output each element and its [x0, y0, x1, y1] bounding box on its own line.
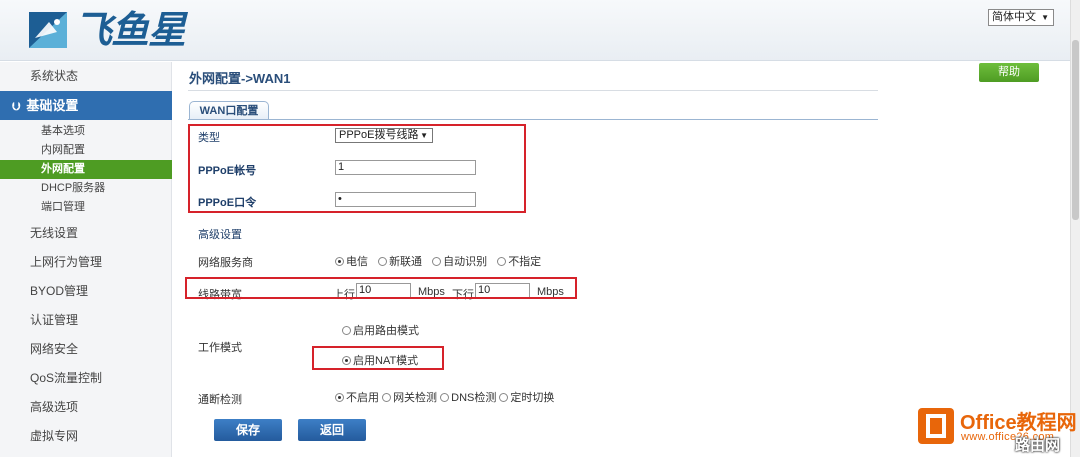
back-button[interactable]: 返回 — [298, 419, 366, 441]
isp-radio-auto[interactable] — [432, 257, 442, 266]
detect-option-label: 网关检测 — [393, 392, 438, 404]
highlight-pppoe-box — [188, 124, 526, 213]
sidebar-item-vpn[interactable]: 虚拟专网 — [0, 422, 172, 451]
isp-option-label: 自动识别 — [443, 256, 488, 268]
help-button[interactable]: 帮助 — [979, 63, 1039, 82]
highlight-bandwidth-box — [185, 277, 577, 299]
sidebar: 系统状态 ⮋ 基础设置 基本选项 内网配置 外网配置 DHCP服务器 端口管理 无… — [0, 62, 172, 457]
sidebar-item-behavior[interactable]: 上网行为管理 — [0, 248, 172, 277]
isp-radio-unicom[interactable] — [378, 257, 388, 266]
detect-radio-dns[interactable] — [440, 393, 450, 402]
sidebar-subitem-dhcp-server[interactable]: DHCP服务器 — [0, 179, 172, 198]
main-content: 外网配置->WAN1 帮助 WAN口配置 类型 PPPoE拨号线路 ▼ PPPo… — [178, 62, 1068, 457]
sidebar-item-security[interactable]: 网络安全 — [0, 335, 172, 364]
detect-option-label: DNS检测 — [451, 392, 497, 404]
sidebar-item-advanced[interactable]: 高级选项 — [0, 393, 172, 422]
tab-divider — [188, 119, 878, 120]
language-select-value: 简体中文 — [992, 11, 1036, 23]
work-mode-label: 工作模式 — [198, 342, 242, 354]
sidebar-group-basic-settings[interactable]: ⮋ 基础设置 — [0, 91, 172, 120]
detect-radio-timed[interactable] — [499, 393, 509, 402]
breadcrumb-divider — [188, 90, 878, 91]
save-button[interactable]: 保存 — [214, 419, 282, 441]
office-logo-icon — [918, 408, 954, 444]
sidebar-item-auth[interactable]: 认证管理 — [0, 306, 172, 335]
brand-name: 飞鱼星 — [74, 8, 186, 52]
isp-radio-group: 电信 新联通 自动识别 不指定 — [335, 253, 548, 269]
tab-wan-config[interactable]: WAN口配置 — [189, 101, 269, 120]
sidebar-subitem-port-management[interactable]: 端口管理 — [0, 198, 172, 217]
detect-radio-gateway[interactable] — [382, 393, 392, 402]
highlight-nat-box — [312, 346, 444, 370]
language-select[interactable]: 简体中文 ▼ — [988, 9, 1054, 26]
sidebar-subitem-wan-config[interactable]: 外网配置 — [0, 160, 172, 179]
work-mode-radio-router[interactable] — [342, 326, 351, 335]
sidebar-item-wireless[interactable]: 无线设置 — [0, 219, 172, 248]
detect-radio-group: 不启用 网关检测 DNS检测 定时切换 — [335, 389, 554, 405]
detect-radio-disabled[interactable] — [335, 393, 344, 402]
chevron-down-icon: ▼ — [1041, 13, 1049, 22]
sidebar-group-label: 基础设置 — [26, 98, 79, 113]
work-mode-router-option: 启用路由模式 — [342, 322, 419, 338]
top-header: 飞鱼星 简体中文 ▼ — [0, 0, 1070, 61]
double-chevron-down-icon: ⮋ — [12, 101, 21, 113]
advanced-settings-label: 高级设置 — [198, 229, 242, 241]
sidebar-item-byod[interactable]: BYOD管理 — [0, 277, 172, 306]
isp-option-label: 电信 — [346, 256, 368, 268]
scrollbar-thumb[interactable] — [1072, 40, 1079, 220]
detect-label: 通断检测 — [198, 394, 242, 406]
sidebar-subitem-lan-config[interactable]: 内网配置 — [0, 141, 172, 160]
breadcrumb: 外网配置->WAN1 — [189, 71, 291, 86]
isp-radio-telecom[interactable] — [335, 257, 344, 266]
isp-option-label: 新联通 — [389, 256, 423, 268]
work-mode-option-label: 启用路由模式 — [353, 325, 419, 337]
isp-radio-none[interactable] — [497, 257, 507, 266]
brand-logo-icon — [29, 12, 67, 48]
sidebar-item-qos[interactable]: QoS流量控制 — [0, 364, 172, 393]
sidebar-subitem-basic-options[interactable]: 基本选项 — [0, 122, 172, 141]
sidebar-item-system-status[interactable]: 系统状态 — [0, 62, 172, 91]
isp-label: 网络服务商 — [198, 257, 253, 269]
watermark-corner-text: 路由网 — [1015, 437, 1061, 454]
detect-option-label: 不启用 — [346, 392, 379, 404]
detect-option-label: 定时切换 — [510, 392, 555, 404]
page-scrollbar[interactable] — [1070, 0, 1080, 457]
isp-option-label: 不指定 — [508, 256, 542, 268]
